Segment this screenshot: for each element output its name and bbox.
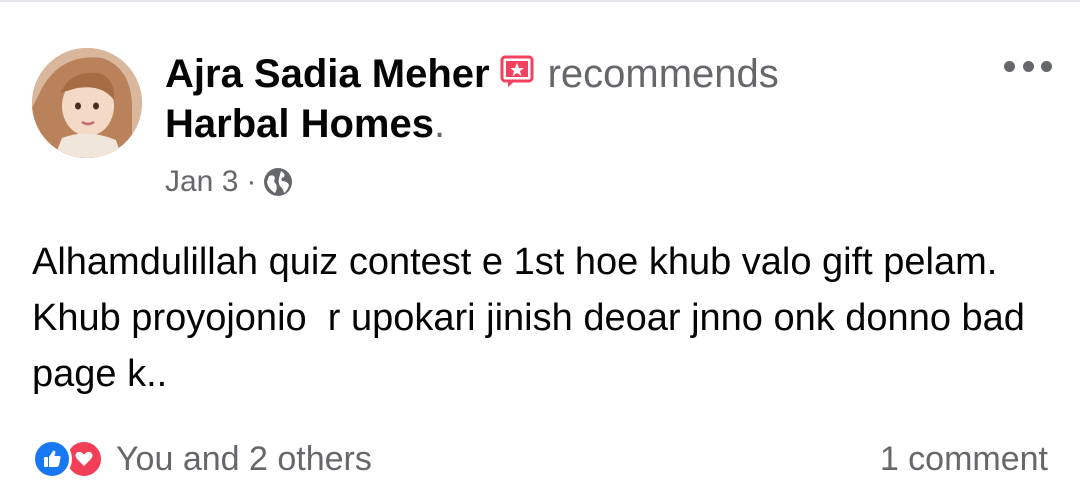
post-meta: Jan 3 ·	[165, 162, 294, 202]
dot-icon	[1041, 60, 1052, 72]
comments-count[interactable]: 1 comment	[880, 440, 1048, 479]
post-footer: You and 2 others 1 comment	[32, 436, 1048, 482]
title-period: .	[433, 102, 446, 146]
dot-icon	[1004, 60, 1015, 72]
meta-separator: ·	[246, 165, 257, 198]
top-divider	[0, 0, 1080, 2]
page-line: Harbal Homes.	[165, 100, 945, 148]
recommend-badge-icon	[500, 52, 534, 100]
reaction-icons	[32, 439, 104, 479]
author-name[interactable]: Ajra Sadia Meher	[165, 52, 490, 96]
like-icon	[32, 439, 72, 479]
post-header: Ajra Sadia Meher recommends Harbal Homes.	[165, 50, 945, 148]
post-title-line: Ajra Sadia Meher recommends	[165, 50, 945, 100]
reactions-count: You and 2 others	[116, 439, 372, 478]
more-options-button[interactable]	[1004, 52, 1052, 80]
dot-icon	[1022, 60, 1034, 72]
avatar[interactable]	[32, 48, 142, 158]
post-body: Alhamdulillah quiz contest e 1st hoe khu…	[32, 241, 1036, 395]
action-text: recommends	[547, 52, 779, 96]
globe-icon	[262, 166, 294, 198]
avatar-image	[32, 48, 142, 158]
reactions-summary[interactable]: You and 2 others	[32, 439, 372, 479]
post-date[interactable]: Jan 3	[165, 162, 238, 202]
page-name[interactable]: Harbal Homes	[165, 102, 434, 146]
